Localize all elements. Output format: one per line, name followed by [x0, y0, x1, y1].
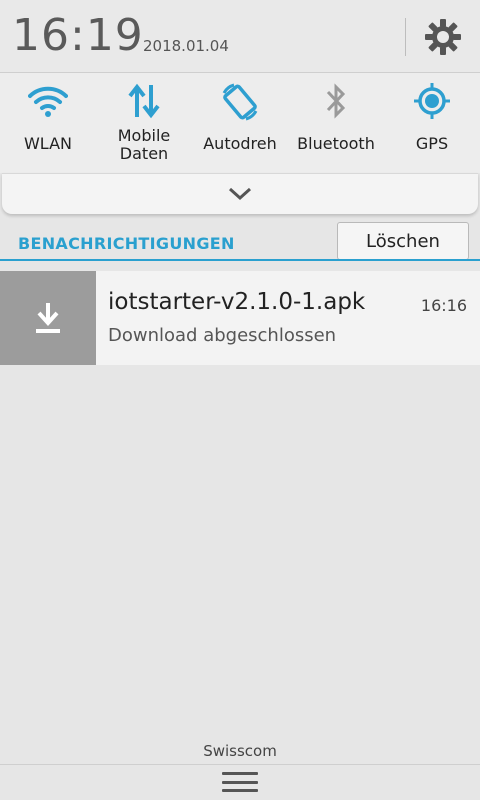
handle-line: [222, 772, 258, 775]
download-icon: [36, 303, 60, 333]
notifications-title: BENACHRICHTIGUNGEN: [18, 234, 235, 253]
toggle-bluetooth[interactable]: Bluetooth: [288, 73, 384, 173]
toggle-wlan[interactable]: WLAN: [0, 73, 96, 173]
header-divider-line: [0, 259, 480, 261]
handle-line: [222, 789, 258, 792]
clock: 16:19: [12, 10, 144, 61]
notification-item[interactable]: iotstarter-v2.1.0-1.apk 16:16 Download a…: [0, 271, 480, 365]
notification-time: 16:16: [420, 296, 467, 315]
mobile-data-icon: [128, 83, 160, 119]
toggle-label: Bluetooth: [297, 134, 375, 153]
clear-notifications-button[interactable]: Löschen: [337, 222, 469, 260]
quick-settings-panel: WLAN Mobile Daten Autodreh Bluetooth GPS: [0, 73, 480, 173]
toggle-mobile-data[interactable]: Mobile Daten: [96, 73, 192, 173]
settings-button[interactable]: [420, 16, 466, 58]
toggle-label: GPS: [415, 134, 449, 153]
gps-icon: [414, 83, 450, 119]
status-header: 16:19 2018.01.04: [0, 0, 480, 73]
auto-rotate-icon: [222, 83, 258, 121]
drag-handle[interactable]: [222, 770, 258, 794]
footer-divider: [0, 764, 480, 765]
bluetooth-icon: [326, 83, 346, 119]
handle-line: [222, 780, 258, 784]
expand-quick-settings-button[interactable]: [2, 173, 478, 214]
toggle-label: Autodreh: [203, 134, 277, 153]
header-divider: [405, 18, 406, 56]
chevron-down-icon: [228, 187, 252, 201]
notification-icon-tile: [0, 271, 96, 365]
date: 2018.01.04: [143, 37, 229, 55]
notification-subtitle: Download abgeschlossen: [108, 325, 337, 346]
gear-icon: [425, 19, 461, 55]
carrier-label: Swisscom: [203, 742, 277, 760]
wifi-icon: [28, 86, 68, 117]
toggle-auto-rotate[interactable]: Autodreh: [192, 73, 288, 173]
toggle-gps[interactable]: GPS: [384, 73, 480, 173]
toggle-label: Mobile Daten: [117, 126, 171, 163]
toggle-label: WLAN: [23, 134, 72, 153]
notification-title: iotstarter-v2.1.0-1.apk: [108, 289, 366, 315]
notifications-header: BENACHRICHTIGUNGEN Löschen: [0, 214, 480, 264]
